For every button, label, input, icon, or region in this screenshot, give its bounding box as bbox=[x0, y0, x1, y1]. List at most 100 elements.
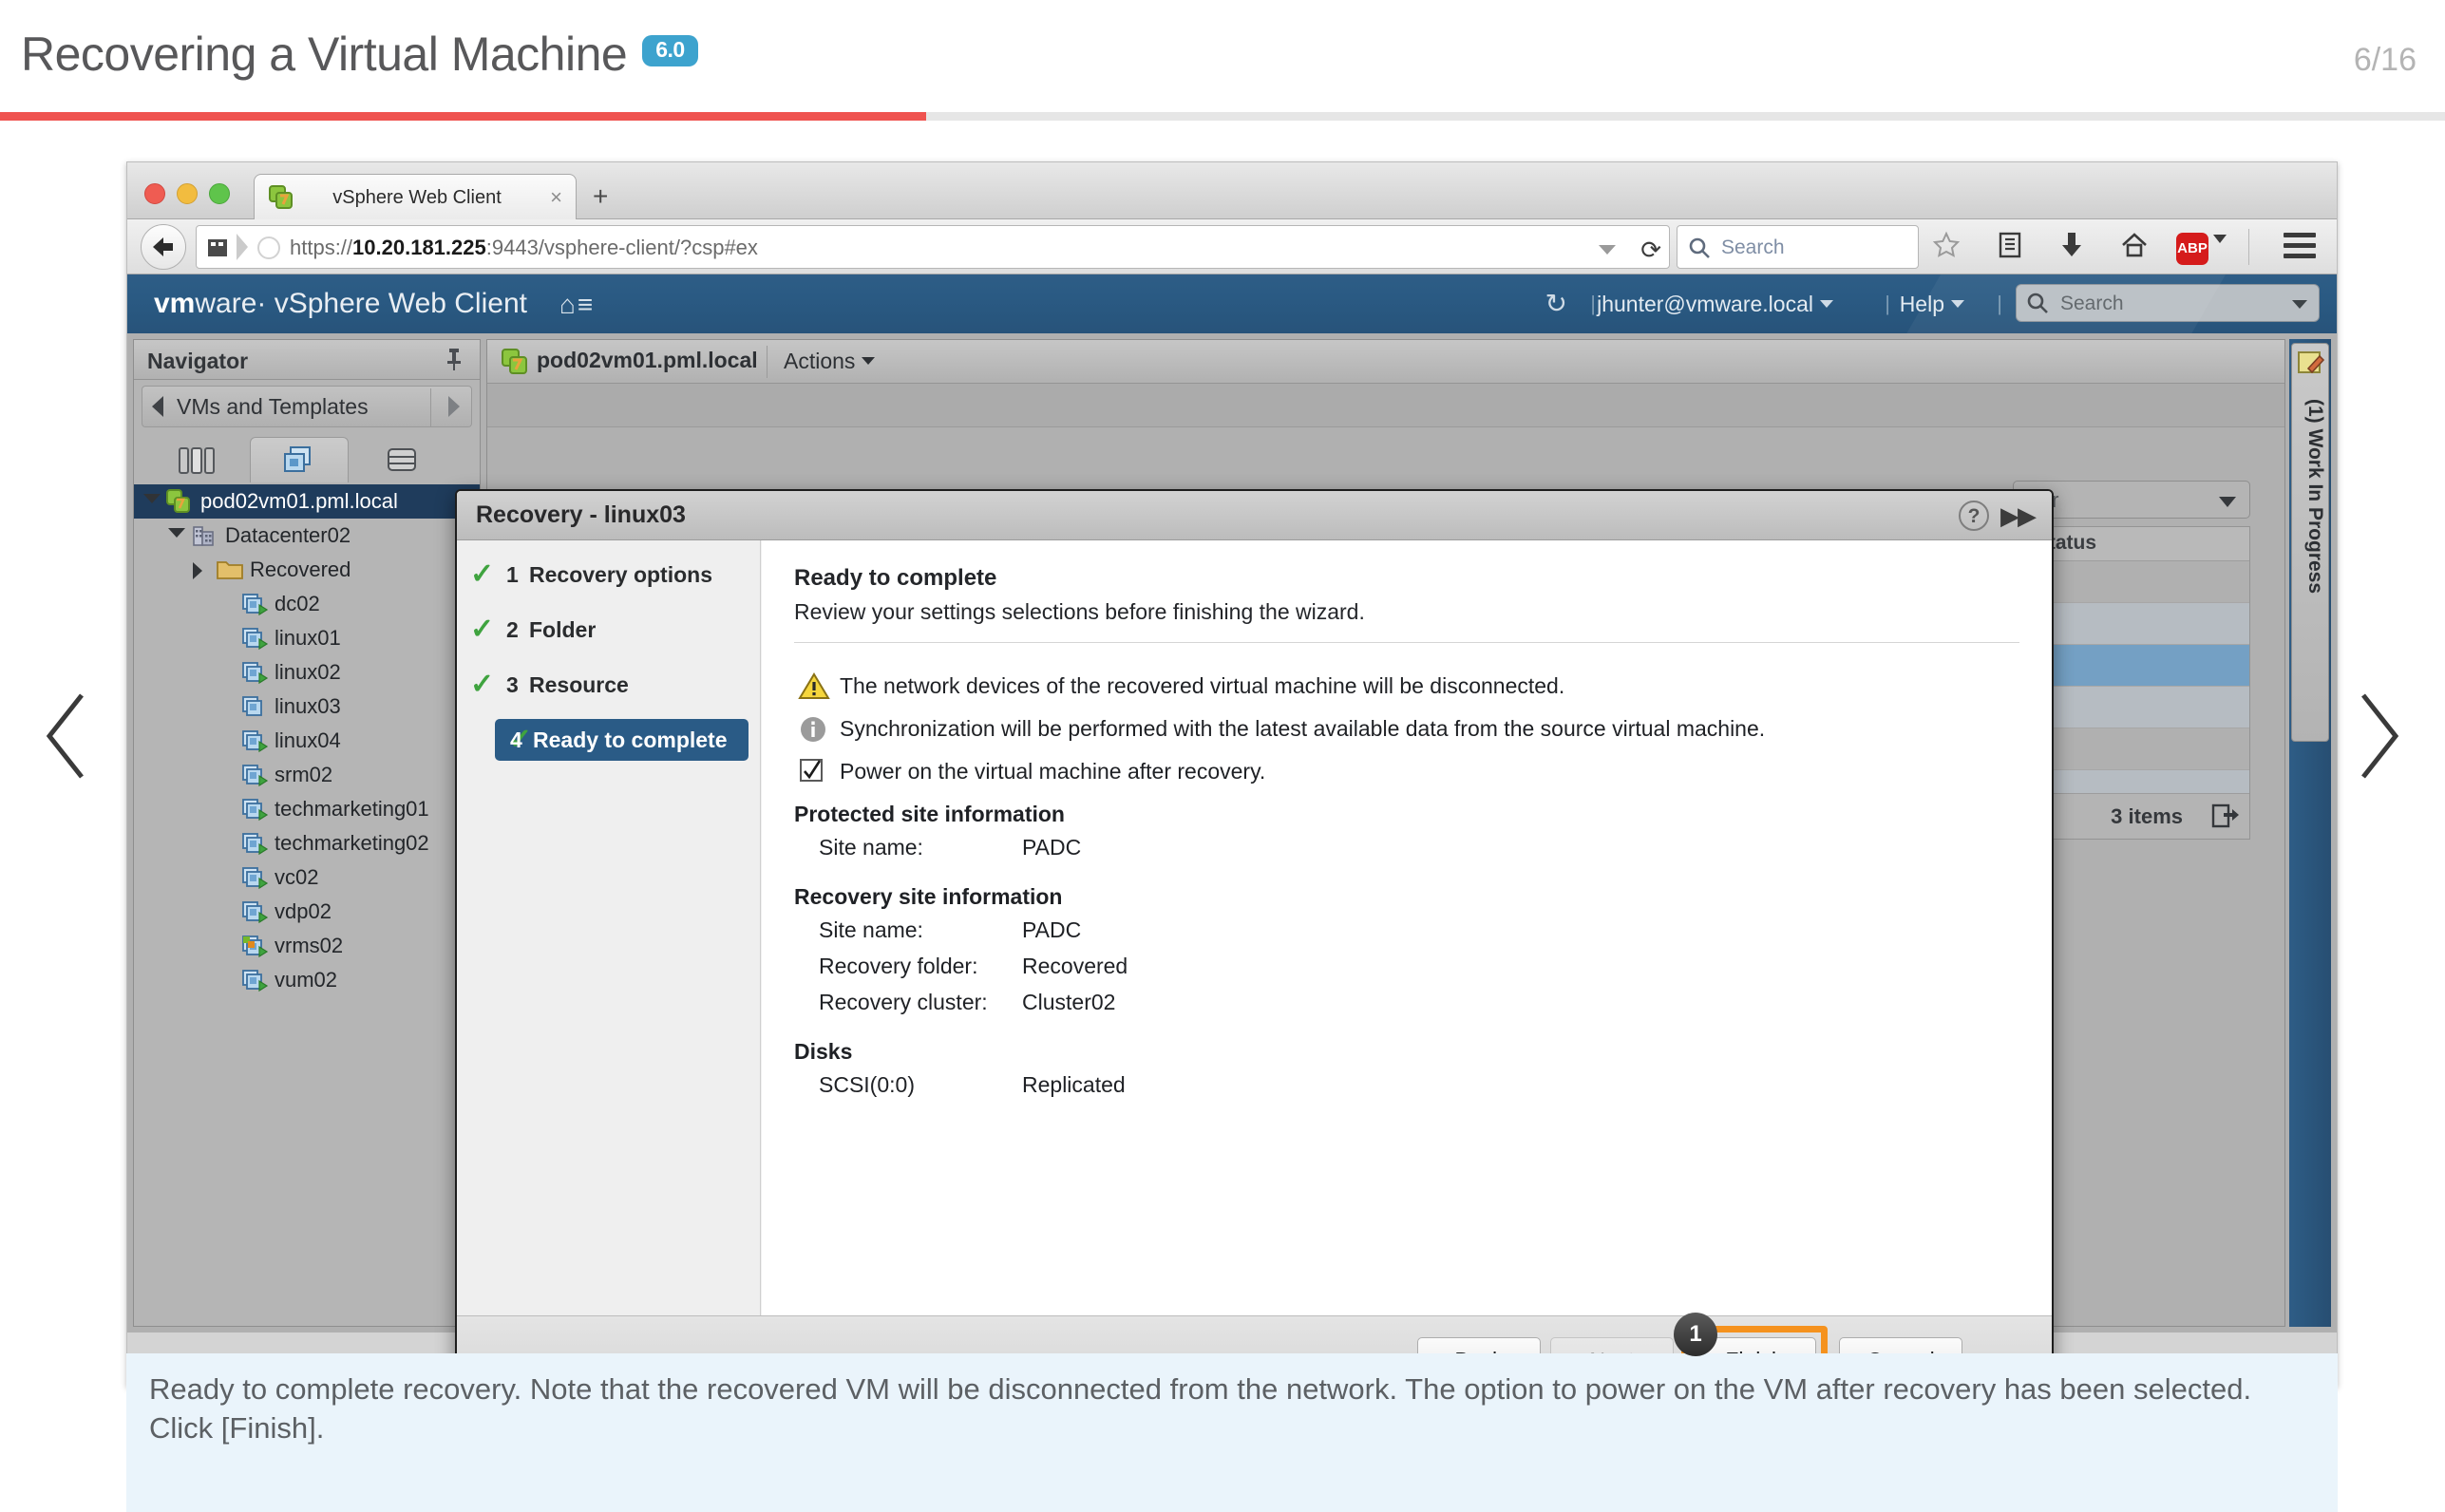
tree-item-label: vum02 bbox=[275, 968, 338, 992]
refresh-icon[interactable]: ↻ bbox=[1545, 288, 1567, 319]
section-heading: Recovery site information bbox=[794, 884, 1063, 909]
checkbox-checked-icon[interactable] bbox=[798, 757, 826, 791]
reader-view-icon[interactable] bbox=[1997, 231, 2023, 264]
wizard-step-1[interactable]: ✓ 1 Recovery options bbox=[457, 554, 749, 595]
url-bar[interactable]: https://10.20.181.225:9443/vsphere-clien… bbox=[196, 225, 1670, 269]
tree-item-vrms02[interactable]: vrms02 bbox=[134, 929, 480, 963]
back-button[interactable] bbox=[141, 224, 186, 270]
reload-button[interactable]: ⟳ bbox=[1640, 236, 1661, 265]
url-text: https://10.20.181.225:9443/vsphere-clien… bbox=[290, 236, 758, 259]
navigator-tree[interactable]: pod02vm01.pml.local Datacenter02 Recovered… bbox=[134, 484, 480, 1326]
downloads-icon[interactable] bbox=[2059, 231, 2084, 264]
adblock-plus-icon[interactable]: ABP bbox=[2176, 233, 2227, 265]
bookmark-star-icon[interactable] bbox=[1932, 231, 1961, 264]
wizard-subheading: Review your settings selections before f… bbox=[794, 599, 1365, 624]
tab-vms-and-templates[interactable] bbox=[250, 437, 349, 482]
navigator-panel: Navigator VMs and Templates pod02vm01.pm… bbox=[133, 339, 481, 1327]
help-icon[interactable]: ? bbox=[1959, 501, 1989, 531]
summary-value: Cluster02 bbox=[1022, 990, 1116, 1014]
new-tab-button[interactable]: + bbox=[593, 183, 608, 210]
home-icon[interactable] bbox=[2120, 231, 2149, 264]
slide-caption-text: Ready to complete recovery. Note that th… bbox=[149, 1372, 2252, 1445]
wizard-step-2[interactable]: ✓ 2 Folder bbox=[457, 609, 749, 651]
notice-text: Synchronization will be performed with t… bbox=[840, 716, 1766, 741]
tree-item-techmarketing01[interactable]: techmarketing01 bbox=[134, 792, 480, 826]
tree-item-label: vc02 bbox=[275, 865, 319, 889]
tree-item-label: linux04 bbox=[275, 728, 341, 752]
tree-item-linux01[interactable]: linux01 bbox=[134, 621, 480, 655]
tree-item-label: vdp02 bbox=[275, 899, 332, 923]
chevron-down-icon[interactable] bbox=[143, 494, 161, 503]
export-icon[interactable] bbox=[2211, 803, 2240, 835]
window-minimize-button[interactable] bbox=[177, 183, 198, 204]
summary-key: Recovery folder: bbox=[819, 954, 978, 978]
chevron-down-icon[interactable] bbox=[1599, 245, 1616, 255]
tree-item-srm02[interactable]: srm02 bbox=[134, 758, 480, 792]
window-maximize-button[interactable] bbox=[209, 183, 230, 204]
summary-key: SCSI(0:0) bbox=[819, 1072, 915, 1097]
tree-item-vum02[interactable]: vum02 bbox=[134, 963, 480, 997]
wizard-step-3[interactable]: ✓ 3 Resource bbox=[457, 664, 749, 706]
chevron-right-icon[interactable] bbox=[193, 562, 202, 579]
vm-icon bbox=[240, 728, 269, 760]
tree-item-vc02[interactable]: vc02 bbox=[134, 860, 480, 895]
site-identity-icon[interactable] bbox=[204, 235, 231, 261]
expand-icon[interactable]: ▶▶ bbox=[2000, 501, 2037, 531]
tree-item-pod02vm01-pml-local[interactable]: pod02vm01.pml.local bbox=[134, 484, 480, 519]
user-menu[interactable]: jhunter@vmware.local bbox=[1597, 292, 1833, 317]
check-icon: ✓ bbox=[470, 558, 495, 590]
tree-item-linux03[interactable]: linux03 bbox=[134, 690, 480, 724]
summary-row: Recovery cluster: Cluster02 bbox=[794, 988, 2019, 1024]
tree-item-linux04[interactable]: linux04 bbox=[134, 724, 480, 758]
notice-text: The network devices of the recovered vir… bbox=[840, 673, 1565, 698]
chevron-down-icon bbox=[2213, 235, 2227, 243]
actions-menu[interactable]: Actions bbox=[784, 349, 876, 374]
pin-icon[interactable] bbox=[444, 347, 464, 378]
hamburger-menu-icon[interactable] bbox=[2284, 233, 2316, 264]
work-in-progress-tab[interactable]: (1) Work In Progress bbox=[2291, 343, 2329, 742]
tab-hosts-and-clusters[interactable] bbox=[147, 437, 246, 482]
wizard-step-number: 3 bbox=[506, 672, 519, 697]
tree-item-label: techmarketing02 bbox=[275, 831, 429, 855]
folder-icon bbox=[216, 558, 244, 587]
tree-item-linux02[interactable]: linux02 bbox=[134, 655, 480, 690]
chevron-down-icon bbox=[1820, 300, 1833, 308]
page-counter: 6/16 bbox=[2353, 42, 2417, 78]
chevron-right-icon[interactable] bbox=[448, 396, 460, 417]
tree-item-Datacenter02[interactable]: Datacenter02 bbox=[134, 519, 480, 553]
navigator-title: Navigator bbox=[147, 349, 249, 373]
browser-tab[interactable]: vSphere Web Client × bbox=[254, 174, 577, 219]
browser-search-input[interactable]: Search bbox=[1677, 225, 1919, 269]
page-title: Recovering a Virtual Machine 6.0 bbox=[21, 27, 698, 82]
vm-icon bbox=[240, 763, 269, 794]
chevron-down-icon[interactable] bbox=[168, 528, 185, 538]
vcenter-icon bbox=[501, 348, 529, 381]
wizard-step-4[interactable]: ✓ 4 Ready to complete bbox=[495, 719, 749, 761]
vm-icon bbox=[240, 968, 269, 999]
previous-slide-arrow-icon[interactable] bbox=[36, 684, 103, 788]
dialog-title: Recovery - linux03 bbox=[476, 501, 686, 528]
wizard-step-label: Ready to complete bbox=[533, 728, 728, 752]
help-menu[interactable]: Help bbox=[1900, 292, 1964, 317]
tree-item-Recovered[interactable]: Recovered bbox=[134, 553, 480, 587]
wizard-step-label: Recovery options bbox=[529, 562, 712, 587]
wizard-step-number: 2 bbox=[506, 617, 519, 642]
tab-storage[interactable] bbox=[352, 437, 451, 482]
notice-row[interactable]: Power on the virtual machine after recov… bbox=[794, 759, 2019, 784]
summary-key: Recovery cluster: bbox=[819, 990, 988, 1014]
chevron-left-icon[interactable] bbox=[152, 396, 163, 417]
vsphere-search-input[interactable]: Search bbox=[2016, 284, 2320, 322]
navigator-breadcrumb[interactable]: VMs and Templates bbox=[142, 386, 472, 427]
window-close-button[interactable] bbox=[144, 183, 165, 204]
chevron-down-icon bbox=[862, 357, 876, 365]
chevron-down-icon[interactable] bbox=[2292, 300, 2307, 309]
globe-icon bbox=[257, 236, 280, 259]
close-icon[interactable]: × bbox=[550, 185, 562, 210]
tree-item-techmarketing02[interactable]: techmarketing02 bbox=[134, 826, 480, 860]
home-menu-icon[interactable]: ⌂≡ bbox=[559, 290, 595, 320]
chevron-down-icon[interactable] bbox=[2219, 497, 2236, 507]
tree-item-dc02[interactable]: dc02 bbox=[134, 587, 480, 621]
tree-item-vdp02[interactable]: vdp02 bbox=[134, 895, 480, 929]
next-slide-arrow-icon[interactable] bbox=[2342, 684, 2409, 788]
titlebar-divider bbox=[767, 346, 768, 378]
